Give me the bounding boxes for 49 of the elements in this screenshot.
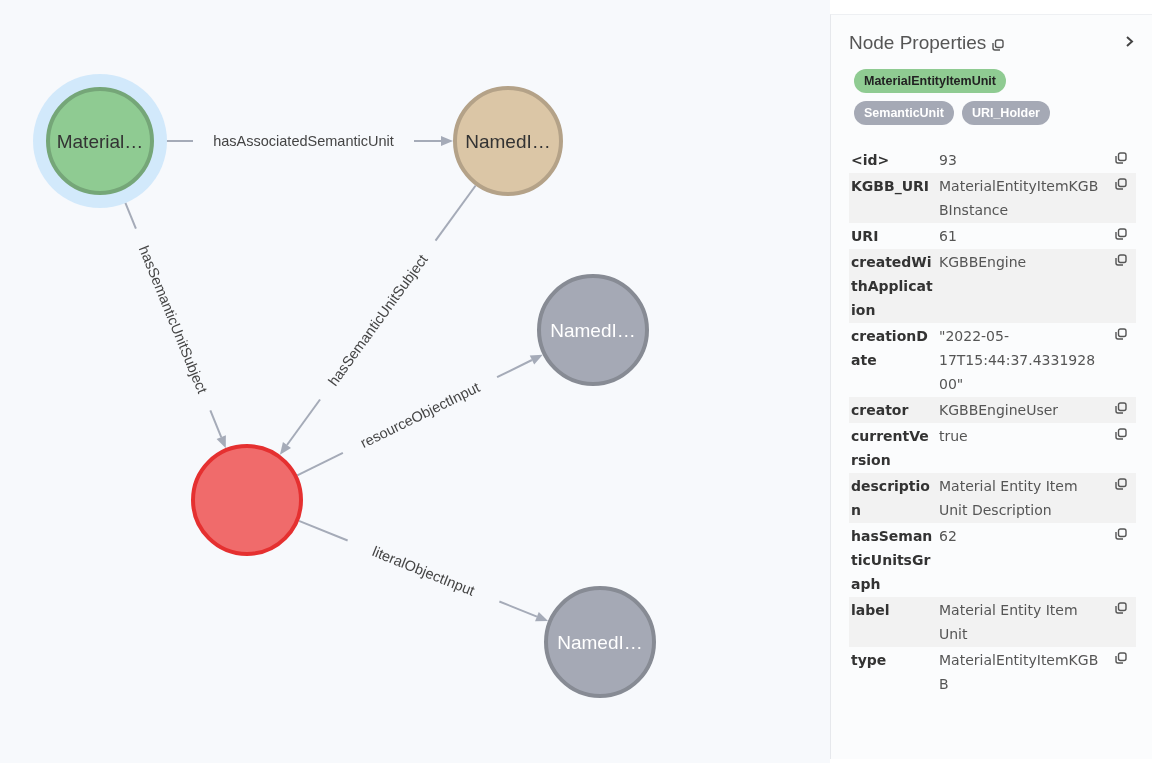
property-value: 61 <box>939 227 958 246</box>
graph-node[interactable]: NamedI… <box>453 86 563 196</box>
label-tag[interactable]: MaterialEntityItemUnit <box>854 69 1006 93</box>
property-key: URI <box>851 224 935 248</box>
copy-icon[interactable] <box>1115 178 1127 190</box>
edge-arrow <box>496 354 543 379</box>
copy-icon[interactable] <box>1115 652 1127 664</box>
copy-icon[interactable] <box>1115 478 1127 490</box>
label-tag[interactable]: URI_Holder <box>961 101 1050 125</box>
property-value: true <box>939 427 969 446</box>
property-value: Material Entity Item Unit <box>939 601 1079 644</box>
copy-icon[interactable] <box>1115 152 1127 164</box>
property-value: MaterialEntityItemKGBBInstance <box>939 177 1100 220</box>
edge-line <box>297 519 349 542</box>
copy-icon[interactable] <box>1115 402 1127 414</box>
edge-line <box>434 184 477 242</box>
edge-line <box>296 451 344 477</box>
graph-node[interactable] <box>191 444 303 556</box>
property-key: <id> <box>851 148 935 172</box>
property-value: KGBBEngineUser <box>939 401 1060 420</box>
edge-arrow <box>279 398 322 455</box>
property-value: 93 <box>939 151 958 170</box>
property-value: MaterialEntityItemKGBB <box>939 651 1100 694</box>
graph-node[interactable]: Material… <box>33 74 167 208</box>
property-key: creator <box>851 398 935 422</box>
label-tag[interactable]: SemanticUnit <box>854 101 954 125</box>
panel-title: Node Properties <box>849 32 987 54</box>
copy-icon[interactable] <box>1115 428 1127 440</box>
copy-icon[interactable] <box>1115 254 1127 266</box>
property-key: label <box>851 598 935 622</box>
chevron-right-icon[interactable] <box>1125 34 1134 48</box>
copy-icon[interactable] <box>1115 528 1127 540</box>
property-value: "2022-05-17T15:44:37.433192800" <box>939 327 1097 394</box>
property-value: 62 <box>939 527 958 546</box>
property-value: Material Entity Item Unit Description <box>939 477 1079 520</box>
copy-icon[interactable] <box>1115 602 1127 614</box>
edge-arrow <box>498 600 549 622</box>
property-key: type <box>851 648 935 672</box>
property-key: KGBB_URI <box>851 174 935 198</box>
copy-icon[interactable] <box>1115 328 1127 340</box>
property-key: creationDate <box>851 324 935 372</box>
copy-icon[interactable] <box>992 38 1005 51</box>
edge-label: hasAssociatedSemanticUnit <box>213 133 394 149</box>
edge-arrow <box>413 136 453 146</box>
edge-arrow <box>209 409 226 449</box>
copy-icon[interactable] <box>1115 228 1127 240</box>
graph-node[interactable]: NamedI… <box>537 274 649 386</box>
property-value: KGBBEngine <box>939 253 1028 272</box>
graph-node[interactable]: NamedI… <box>544 586 656 698</box>
